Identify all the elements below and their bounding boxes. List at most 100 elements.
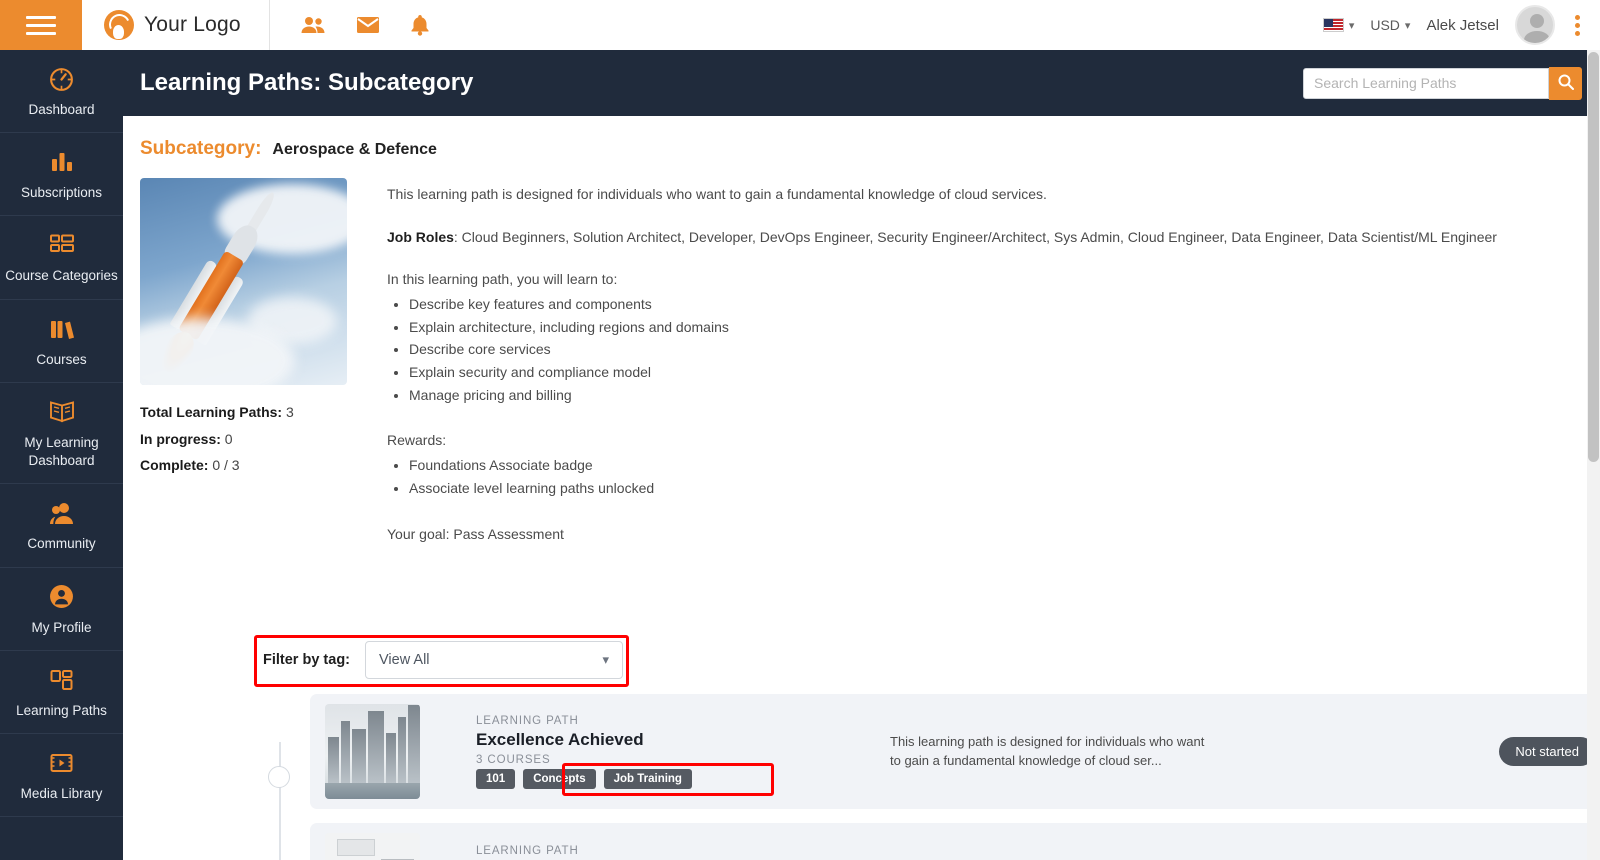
status-badge: Not started [1499,737,1588,766]
goal-text: Your goal: Pass Assessment [387,525,564,542]
bell-icon[interactable] [410,14,430,36]
topbar-right-group: ▾ USD ▾ Alek Jetsel [1322,5,1600,45]
sidebar-item-subscriptions[interactable]: Subscriptions [0,133,123,217]
sidebar-item-media-library[interactable]: Media Library [0,734,123,818]
stat-value: 0 / 3 [212,457,240,474]
sidebar-item-label: My Learning Dashboard [24,434,99,469]
sidebar-item-label: Course Categories [5,268,118,284]
chevron-down-icon: ▾ [602,652,610,667]
path-course-count: 3 COURSES [476,753,551,766]
search-button[interactable] [1549,66,1582,100]
list-item: Describe key features and components [409,293,1566,316]
path-kicker: LEARNING PATH [476,845,579,857]
filter-by-tag-select[interactable]: View All ▾ [365,641,624,679]
top-bar: Your Logo ▾ USD ▾ Alek Jetsel [0,0,1600,50]
stat-label: Complete: [140,457,209,474]
subcategory-detail: Total Learning Paths: 3 In progress: 0 C… [140,178,1566,542]
learning-path-list: LEARNING PATH Excellence Achieved 3 COUR… [263,694,1588,860]
stat-label: In progress: [140,430,221,447]
page-scrollbar-thumb[interactable] [1588,52,1599,462]
subcategory-stats: Total Learning Paths: 3 In progress: 0 C… [140,399,347,479]
currency-selector[interactable]: USD ▾ [1370,17,1410,33]
sidebar-item-course-categories[interactable]: Course Categories [0,216,123,300]
list-item[interactable]: LEARNING PATH Excellence Achieved 3 COUR… [310,694,1588,809]
path-title: Excellence Achieved [476,729,644,749]
tag-chip[interactable]: 101 [476,768,516,789]
chevron-down-icon: ▾ [1348,19,1355,32]
list-item: Manage pricing and billing [409,384,1566,407]
rewards-list: Foundations Associate badge Associate le… [409,454,1566,499]
sidebar-item-my-learning-dashboard[interactable]: My Learning Dashboard [0,383,123,485]
sidebar: Dashboard Subscriptions Course Categorie… [0,50,123,860]
stat-complete: Complete: 0 / 3 [140,452,347,479]
subcategory-left-column: Total Learning Paths: 3 In progress: 0 C… [140,178,347,542]
person-circle-icon [4,582,119,612]
job-roles-label: Job Roles [387,229,454,245]
us-flag-icon [1322,18,1344,32]
kebab-menu-icon[interactable] [1571,11,1584,40]
filter-label: Filter by tag: [263,652,351,668]
city-skyline-thumbnail [325,704,420,799]
brand[interactable]: Your Logo [82,0,270,50]
envelope-icon[interactable] [356,16,380,34]
sidebar-item-courses[interactable]: Courses [0,300,123,383]
job-roles-line: Job Roles: Cloud Beginners, Solution Arc… [387,229,1566,245]
filter-selected-value: View All [379,652,430,668]
sidebar-item-label: Learning Paths [16,702,107,718]
page-header: Learning Paths: Subcategory [123,50,1600,116]
path-status-area: Not started › [1499,737,1588,766]
books-icon [4,314,119,344]
top-icon-group [270,14,430,36]
tag-chip[interactable]: Concepts [523,768,596,789]
users-icon[interactable] [300,15,326,35]
people-icon [4,498,119,528]
learn-lead: In this learning path, you will learn to… [387,271,618,287]
brand-name: Your Logo [144,13,241,36]
sidebar-item-learning-paths[interactable]: Learning Paths [0,651,123,734]
stat-value: 3 [285,404,294,420]
page-title: Learning Paths: Subcategory [140,69,474,96]
stat-total-learning-paths: Total Learning Paths: 3 [140,399,347,426]
list-item: Explain architecture, including regions … [409,316,1566,339]
timeline [268,712,292,860]
stat-in-progress: In progress: 0 [140,426,347,453]
hamburger-menu-icon[interactable] [0,0,82,50]
chevron-down-icon: ▾ [1404,19,1411,32]
list-item: Describe core services [409,338,1566,361]
search-icon [1558,74,1574,93]
sidebar-item-my-profile[interactable]: My Profile [0,568,123,651]
search-input[interactable] [1303,67,1549,99]
sidebar-item-community[interactable]: Community [0,484,123,568]
sidebar-item-label: Subscriptions [20,185,103,201]
sidebar-item-label: Media Library [20,785,103,801]
path-kicker: LEARNING PATH [476,714,579,727]
language-selector[interactable]: ▾ [1322,18,1355,32]
currency-label: USD [1370,17,1400,33]
sidebar-item-dashboard[interactable]: Dashboard [0,50,123,134]
subcategory-value: Aerospace & Defence [272,141,437,158]
bar-chart-icon [4,147,119,177]
list-item: Explain security and compliance model [409,361,1566,384]
film-play-icon [4,748,119,778]
sidebar-item-label: Courses [36,351,87,367]
rocket-launch-image [140,178,347,385]
main-content: Subcategory: Aerospace & Defence Total L… [123,116,1588,860]
stat-value: 0 [224,430,233,447]
search-area [1303,66,1582,100]
subcategory-heading: Subcategory: Aerospace & Defence [140,138,1566,160]
path-info: LEARNING PATH Learning Path for LN - Fin… [476,845,816,860]
grid-list-icon [4,230,119,260]
list-item[interactable]: LEARNING PATH Learning Path for LN - Fin… [310,823,1588,860]
logo-icon [104,10,134,40]
tag-chip[interactable]: Job Training [603,768,692,789]
path-info: LEARNING PATH Excellence Achieved 3 COUR… [476,715,816,789]
open-book-icon [4,397,119,427]
username-label: Alek Jetsel [1426,16,1499,34]
dashboard-gauge-icon [4,64,119,94]
layout-blocks-icon [4,665,119,695]
rewards-lead: Rewards: [387,432,447,449]
avatar[interactable] [1515,5,1555,45]
path-tags: 101 Concepts Job Training [476,768,816,789]
office-desk-thumbnail [325,833,420,860]
timeline-node [268,766,290,788]
